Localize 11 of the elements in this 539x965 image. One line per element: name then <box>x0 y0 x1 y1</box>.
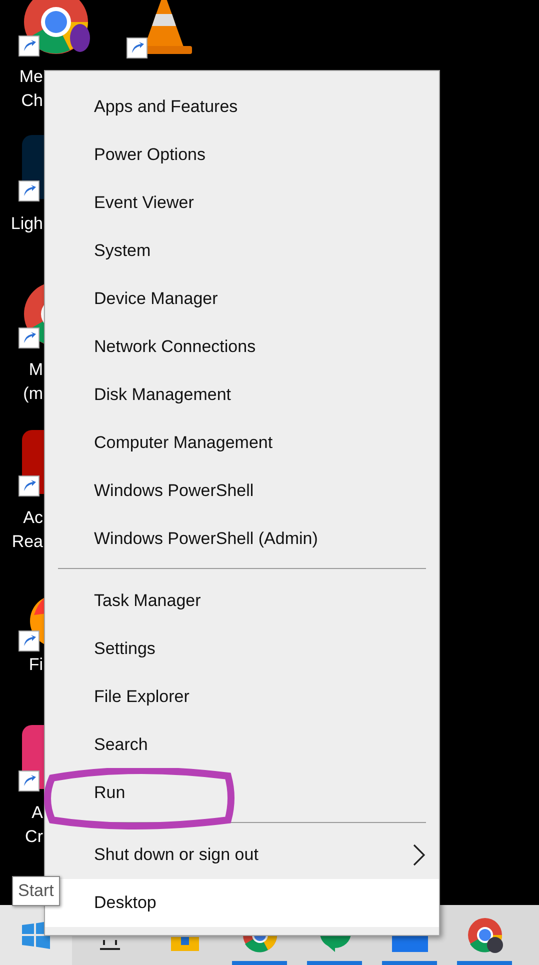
icon-label: Rea <box>12 531 43 553</box>
icon-label: M <box>28 359 43 381</box>
icon-label: Ligh <box>10 213 43 235</box>
icon-label: Ch <box>21 90 43 112</box>
icon-label: (m <box>23 383 43 405</box>
icon-label: Ac <box>23 507 43 529</box>
icon-label: Cr <box>25 826 43 848</box>
icon-label: Me <box>19 66 43 88</box>
tooltip: Start <box>12 876 60 906</box>
icon-label: A <box>32 802 43 824</box>
icon-label: Fi <box>28 654 43 676</box>
